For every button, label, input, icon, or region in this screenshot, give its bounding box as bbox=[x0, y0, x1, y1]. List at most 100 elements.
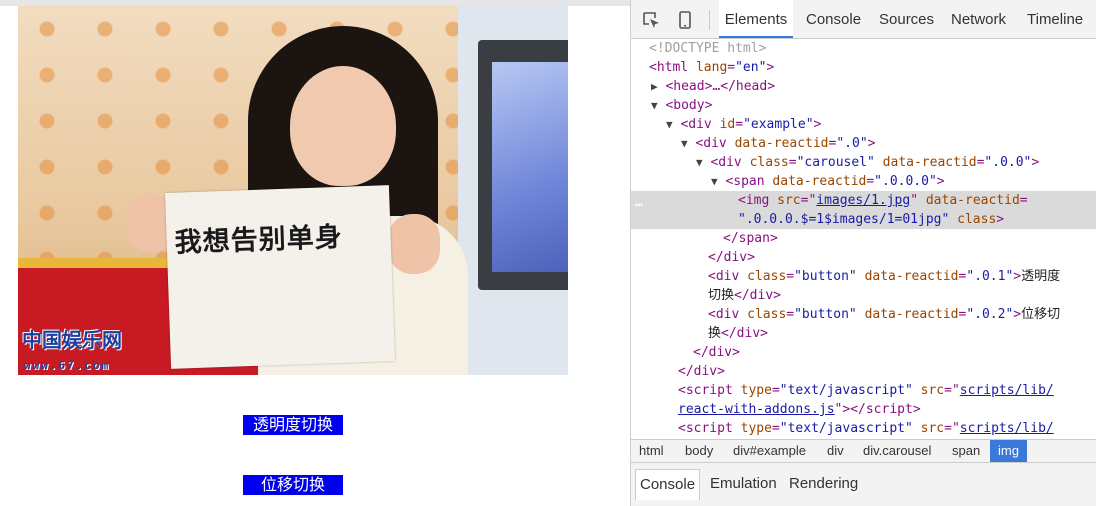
class-value: "button" bbox=[794, 307, 857, 322]
expand-triangle-icon[interactable]: ▶ bbox=[631, 80, 658, 93]
class-attr: class bbox=[957, 212, 997, 227]
html-lang-attr: lang bbox=[695, 60, 728, 75]
photo-person-right-hand bbox=[388, 214, 440, 274]
reactid-attr: data-reactid bbox=[772, 174, 867, 189]
type-attr: type bbox=[740, 421, 772, 436]
reactid-attr: data-reactid bbox=[864, 269, 959, 284]
dom-node-div-example[interactable]: ▼ <div id="example"> bbox=[631, 115, 1096, 134]
breadcrumb: html body div#example div div.carousel s… bbox=[631, 439, 1096, 463]
dom-node-div-close[interactable]: </div> bbox=[631, 343, 1096, 362]
reactid-attr: data-reactid bbox=[734, 136, 829, 151]
reactid-value: ".0.0.0" bbox=[874, 174, 937, 189]
dom-node-head[interactable]: ▶ <head>…</head> bbox=[631, 77, 1096, 96]
devtools-panel: Elements Console Sources Network Timelin… bbox=[630, 0, 1096, 506]
id-attr: id bbox=[719, 117, 736, 132]
reactid-value: ".0" bbox=[836, 136, 868, 151]
devtools-drawer: Console Emulation Rendering bbox=[631, 463, 1096, 506]
collapse-triangle-icon[interactable]: ▼ bbox=[631, 118, 673, 131]
node-text: 换 bbox=[708, 326, 722, 341]
collapse-triangle-icon[interactable]: ▼ bbox=[631, 137, 688, 150]
div-close-tag: </div> bbox=[693, 345, 740, 360]
tab-separator bbox=[709, 10, 710, 30]
breadcrumb-div[interactable]: div bbox=[819, 440, 852, 462]
dom-tree: <!DOCTYPE html> <html lang="en"> ▶ <head… bbox=[631, 39, 1096, 439]
reactid-value: ".0.1" bbox=[966, 269, 1014, 284]
node-text: 透明度 bbox=[1021, 269, 1061, 284]
img-src-link[interactable]: images/1.jpg bbox=[816, 193, 910, 208]
class-value: "button" bbox=[794, 269, 857, 284]
src-attr: src bbox=[920, 421, 945, 436]
html-lang-value: "en" bbox=[735, 60, 767, 75]
breadcrumb-div-example[interactable]: div#example bbox=[725, 440, 814, 462]
device-mode-icon[interactable] bbox=[675, 10, 695, 30]
devtools-tab-bar: Elements Console Sources Network Timelin… bbox=[631, 0, 1096, 39]
drawer-tab-rendering[interactable]: Rendering bbox=[785, 469, 862, 499]
tab-sources[interactable]: Sources bbox=[879, 0, 934, 38]
drawer-tab-emulation[interactable]: Emulation bbox=[706, 469, 781, 499]
photo-monitor-screen bbox=[492, 62, 568, 272]
inspect-element-icon[interactable] bbox=[641, 10, 661, 30]
dom-node-button-1[interactable]: <div class="button" data-reactid=".0.1">… bbox=[631, 267, 1096, 305]
breadcrumb-span[interactable]: span bbox=[944, 440, 988, 462]
dom-node-span-close[interactable]: </span> bbox=[631, 229, 1096, 248]
dom-node-script-1[interactable]: <script type="text/javascript" src="scri… bbox=[631, 381, 1096, 419]
breadcrumb-body[interactable]: body bbox=[677, 440, 721, 462]
class-value: "carousel" bbox=[796, 155, 875, 170]
tab-console[interactable]: Console bbox=[806, 0, 861, 38]
dom-node-span[interactable]: ▼ <span data-reactid=".0.0.0"> bbox=[631, 172, 1096, 191]
src-attr: src bbox=[920, 383, 945, 398]
photo-sign: 我想告别单身 bbox=[164, 185, 396, 369]
type-attr: type bbox=[740, 383, 772, 398]
photo-person-face bbox=[290, 66, 396, 186]
photo-watermark-url: www.67.com bbox=[24, 359, 111, 372]
span-close-tag: </span> bbox=[723, 231, 778, 246]
reactid-attr: data-reactid bbox=[925, 193, 1020, 208]
div-close-tag: </div> bbox=[734, 288, 781, 303]
breadcrumb-html[interactable]: html bbox=[631, 440, 672, 462]
class-attr: class bbox=[747, 307, 787, 322]
opacity-toggle-button[interactable]: 透明度切换 bbox=[243, 415, 343, 435]
reactid-value: ".0.0" bbox=[984, 155, 1032, 170]
div-close-tag: </div> bbox=[721, 326, 768, 341]
tab-elements[interactable]: Elements bbox=[719, 0, 793, 38]
script-src-link[interactable]: react-with-addons.js bbox=[678, 402, 835, 417]
node-text: 位移切 bbox=[1021, 307, 1061, 322]
reactid-value: ".0.2" bbox=[966, 307, 1014, 322]
dom-node-div-close[interactable]: </div> bbox=[631, 248, 1096, 267]
translate-toggle-button[interactable]: 位移切换 bbox=[243, 475, 343, 495]
node-text: 切换 bbox=[708, 288, 735, 303]
div-close-tag: </div> bbox=[708, 250, 755, 265]
dom-node-div-reactid-0[interactable]: ▼ <div data-reactid=".0"> bbox=[631, 134, 1096, 153]
dom-node-body[interactable]: ▼ <body> bbox=[631, 96, 1096, 115]
collapse-triangle-icon[interactable]: ▼ bbox=[631, 175, 718, 188]
dom-node-div-carousel[interactable]: ▼ <div class="carousel" data-reactid=".0… bbox=[631, 153, 1096, 172]
reactid-attr: data-reactid bbox=[882, 155, 977, 170]
dom-node-doctype[interactable]: <!DOCTYPE html> bbox=[631, 39, 1096, 58]
reactid-attr: data-reactid bbox=[864, 307, 959, 322]
type-value: "text/javascript" bbox=[779, 383, 913, 398]
src-attr: src bbox=[777, 193, 801, 208]
class-attr: class bbox=[749, 155, 789, 170]
photo-sign-text: 我想告别单身 bbox=[174, 221, 344, 259]
collapse-triangle-icon[interactable]: ▼ bbox=[631, 99, 658, 112]
script-src-link[interactable]: scripts/lib/ bbox=[960, 421, 1054, 436]
tab-network[interactable]: Network bbox=[951, 0, 1006, 38]
div-close-tag: </div> bbox=[678, 364, 725, 379]
carousel-image: 我想告别单身 中国娱乐网 www.67.com bbox=[18, 6, 568, 375]
script-src-link[interactable]: scripts/lib/ bbox=[960, 383, 1054, 398]
dom-node-div-close[interactable]: </div> bbox=[631, 362, 1096, 381]
dom-node-img-selected[interactable]: … <img src="images/1.jpg" data-reactid= … bbox=[631, 191, 1096, 229]
doctype-text: <!DOCTYPE html> bbox=[649, 41, 767, 56]
head-collapsed: <head>…</head> bbox=[665, 79, 776, 94]
breadcrumb-div-carousel[interactable]: div.carousel bbox=[855, 440, 939, 462]
dom-node-button-2[interactable]: <div class="button" data-reactid=".0.2">… bbox=[631, 305, 1096, 343]
drawer-tab-console[interactable]: Console bbox=[635, 469, 701, 500]
body-tag: <body> bbox=[665, 98, 713, 113]
breadcrumb-img[interactable]: img bbox=[990, 440, 1027, 462]
tab-timeline[interactable]: Timeline bbox=[1027, 0, 1083, 38]
dom-node-html[interactable]: <html lang="en"> bbox=[631, 58, 1096, 77]
dom-node-script-2[interactable]: <script type="text/javascript" src="scri… bbox=[631, 419, 1096, 438]
collapse-triangle-icon[interactable]: ▼ bbox=[631, 156, 703, 169]
img-reactid-value: ".0.0.0.$=1$images/1=01jpg" bbox=[738, 212, 950, 227]
type-value: "text/javascript" bbox=[779, 421, 913, 436]
